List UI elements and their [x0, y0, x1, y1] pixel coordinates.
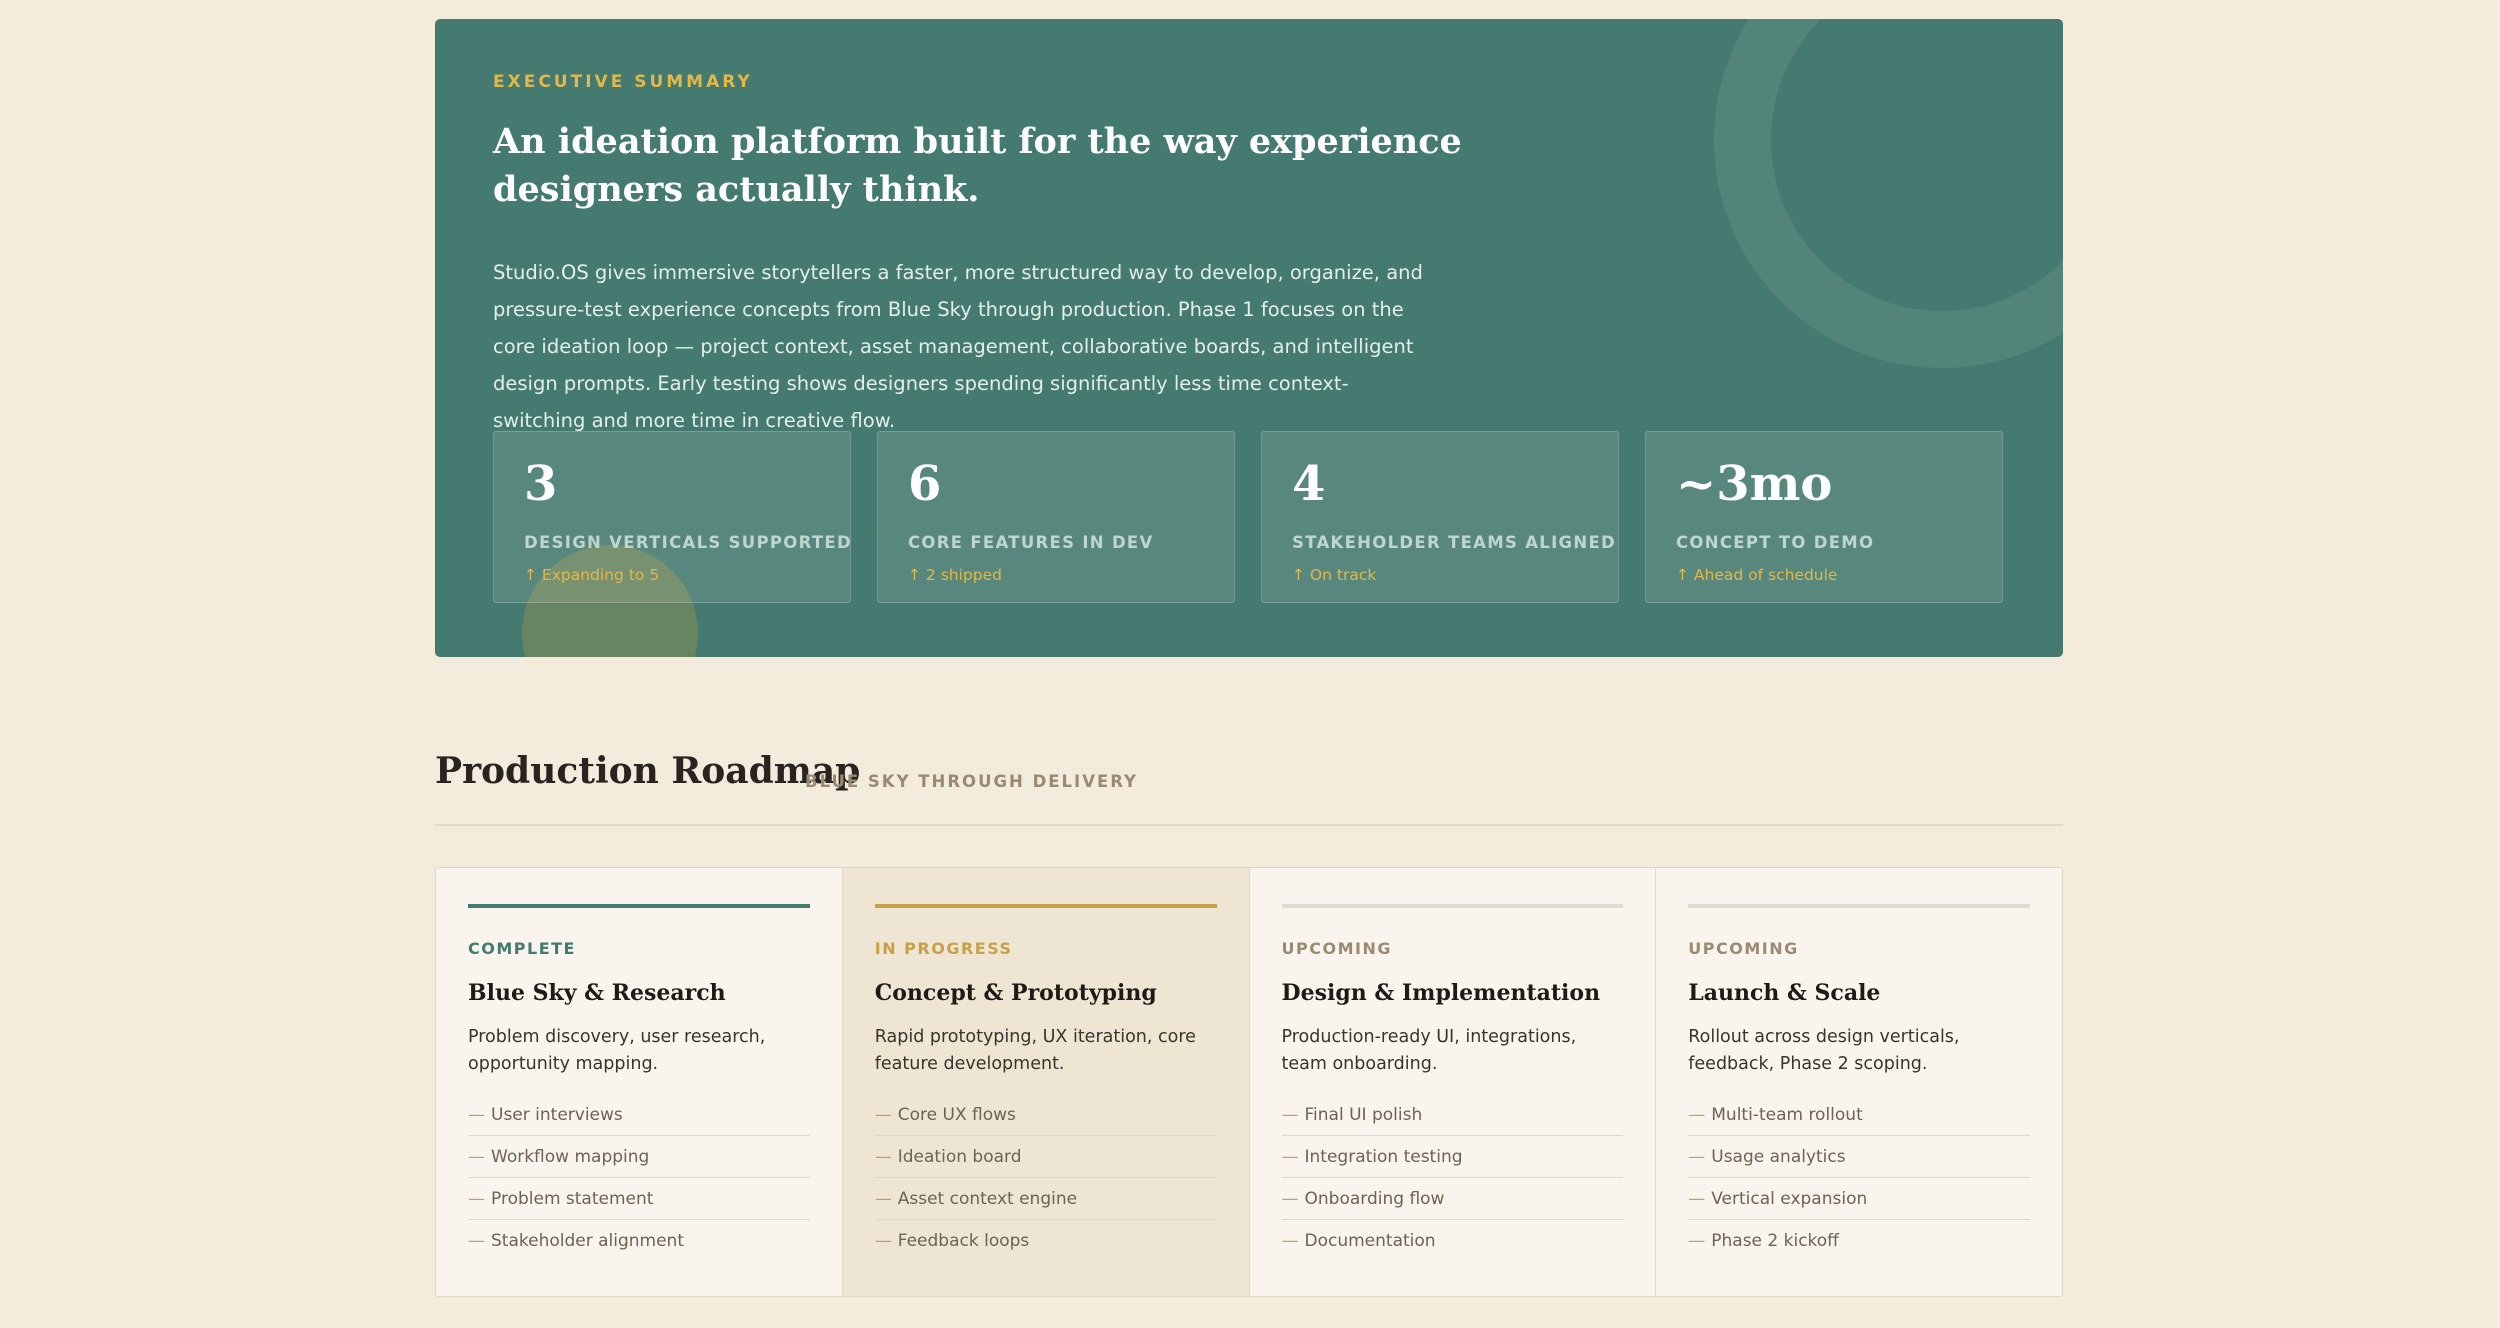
phase-description: Production-ready UI, integrations, team …: [1281, 1027, 1577, 1074]
list-item: — Asset context engine: [874, 1179, 1217, 1220]
phase-status: COMPLETE: [468, 939, 576, 958]
summary-body: Studio.OS gives immersive storytellers a…: [493, 261, 1423, 432]
dash-icon: —: [468, 1231, 485, 1251]
dash-icon: —: [874, 1231, 892, 1251]
summary-eyebrow: EXECUTIVE SUMMARY: [493, 72, 753, 92]
dash-icon: —: [468, 1189, 485, 1209]
phase-column-launch: UPCOMING Launch & Scale Rollout across d…: [1656, 868, 2062, 1296]
list-item: — Integration testing: [1281, 1137, 1624, 1178]
dash-icon: —: [874, 1105, 892, 1125]
list-item: — Feedback loops: [875, 1221, 1217, 1261]
dash-icon: —: [1281, 1147, 1299, 1167]
phase-task-list: — Final UI polish — Integration testing — O…: [1281, 1095, 1624, 1262]
dash-icon: —: [1281, 1189, 1299, 1209]
list-item: — Workflow mapping: [468, 1137, 810, 1178]
dash-icon: —: [874, 1189, 892, 1209]
roadmap-title: Production Roadmap: [435, 750, 861, 792]
list-item: — User interviews: [468, 1095, 810, 1136]
stat-label: STAKEHOLDER TEAMS ALIGNED: [1292, 533, 1617, 552]
list-item: — Multi-team rollout: [1688, 1095, 2030, 1136]
phase-progress-bar: [1688, 904, 2030, 908]
list-item: — Onboarding flow: [1281, 1179, 1624, 1220]
stat-value: 3: [524, 456, 558, 512]
stat-label: CORE FEATURES IN DEV: [908, 533, 1154, 552]
phase-progress-bar: [468, 904, 810, 908]
phase-status: IN PROGRESS: [874, 939, 1013, 958]
list-item: — Documentation: [1282, 1221, 1624, 1261]
list-item: — Stakeholder alignment: [468, 1221, 810, 1261]
dash-icon: —: [1688, 1147, 1706, 1167]
phase-title: Concept & Prototyping: [874, 980, 1157, 1006]
phase-title: Design & Implementation: [1281, 980, 1601, 1006]
roadmap-subtitle: BLUE SKY THROUGH DELIVERY: [805, 772, 1138, 791]
phase-progress-bar: [1281, 904, 1624, 908]
stat-label: DESIGN VERTICALS SUPPORTED: [524, 533, 852, 552]
list-item: — Problem statement: [468, 1179, 810, 1220]
phase-title: Launch & Scale: [1688, 980, 1881, 1006]
list-item: — Phase 2 kickoff: [1688, 1221, 2030, 1261]
phase-progress-bar: [874, 904, 1217, 908]
decorative-ring: [1714, 19, 2063, 368]
stat-delta: ↑ Ahead of schedule: [1676, 566, 1838, 584]
stat-card-verticals: 3 DESIGN VERTICALS SUPPORTED ↑ Expanding…: [493, 431, 851, 603]
stat-delta: ↑ 2 shipped: [908, 566, 1002, 584]
dash-icon: —: [1281, 1231, 1299, 1251]
summary-headline: An ideation platform built for the way e…: [493, 121, 1462, 210]
roadmap-board: COMPLETE Blue Sky & Research Problem dis…: [435, 867, 2063, 1297]
stat-delta: ↑ On track: [1292, 566, 1377, 584]
list-item: — Core UX flows: [874, 1095, 1217, 1136]
stat-value: 4: [1292, 456, 1326, 512]
phase-task-list: — Multi-team rollout — Usage analytics — Ve…: [1688, 1095, 2030, 1262]
stat-label: CONCEPT TO DEMO: [1676, 533, 1875, 552]
stat-card-features: 6 CORE FEATURES IN DEV ↑ 2 shipped: [877, 431, 1235, 603]
list-item: — Ideation board: [874, 1137, 1217, 1178]
phase-column-design: UPCOMING Design & Implementation Product…: [1249, 868, 1657, 1296]
phase-task-list: — Core UX flows — Ideation board — Asset co…: [874, 1095, 1217, 1262]
stat-delta: ↑ Expanding to 5: [524, 566, 660, 584]
phase-column-concept: IN PROGRESS Concept & Prototyping Rapid …: [842, 868, 1250, 1296]
list-item: — Vertical expansion: [1688, 1179, 2030, 1220]
roadmap-divider: [435, 824, 2063, 826]
list-item: — Usage analytics: [1688, 1137, 2030, 1178]
phase-description: Problem discovery, user research, opport…: [468, 1027, 766, 1074]
dash-icon: —: [468, 1147, 485, 1167]
dash-icon: —: [1688, 1189, 1706, 1209]
phase-task-list: — User interviews — Workflow mapping — Prob…: [468, 1095, 810, 1262]
phase-status: UPCOMING: [1688, 939, 1799, 958]
executive-summary-card: EXECUTIVE SUMMARY An ideation platform b…: [435, 19, 2063, 657]
stat-card-teams: 4 STAKEHOLDER TEAMS ALIGNED ↑ On track: [1261, 431, 1619, 603]
dash-icon: —: [1688, 1105, 1706, 1125]
stat-value: ~3mo: [1676, 456, 1833, 512]
stat-card-concept-to-demo: ~3mo CONCEPT TO DEMO ↑ Ahead of schedule: [1645, 431, 2003, 603]
stat-value: 6: [908, 456, 942, 512]
phase-column-blue-sky: COMPLETE Blue Sky & Research Problem dis…: [436, 868, 843, 1296]
phase-description: Rollout across design verticals, feedbac…: [1688, 1027, 1960, 1074]
phase-status: UPCOMING: [1281, 939, 1392, 958]
phase-title: Blue Sky & Research: [468, 980, 726, 1006]
dash-icon: —: [874, 1147, 892, 1167]
dash-icon: —: [1281, 1105, 1299, 1125]
phase-description: Rapid prototyping, UX iteration, core fe…: [874, 1027, 1196, 1074]
dash-icon: —: [468, 1105, 485, 1125]
list-item: — Final UI polish: [1281, 1095, 1624, 1136]
dash-icon: —: [1688, 1231, 1706, 1251]
